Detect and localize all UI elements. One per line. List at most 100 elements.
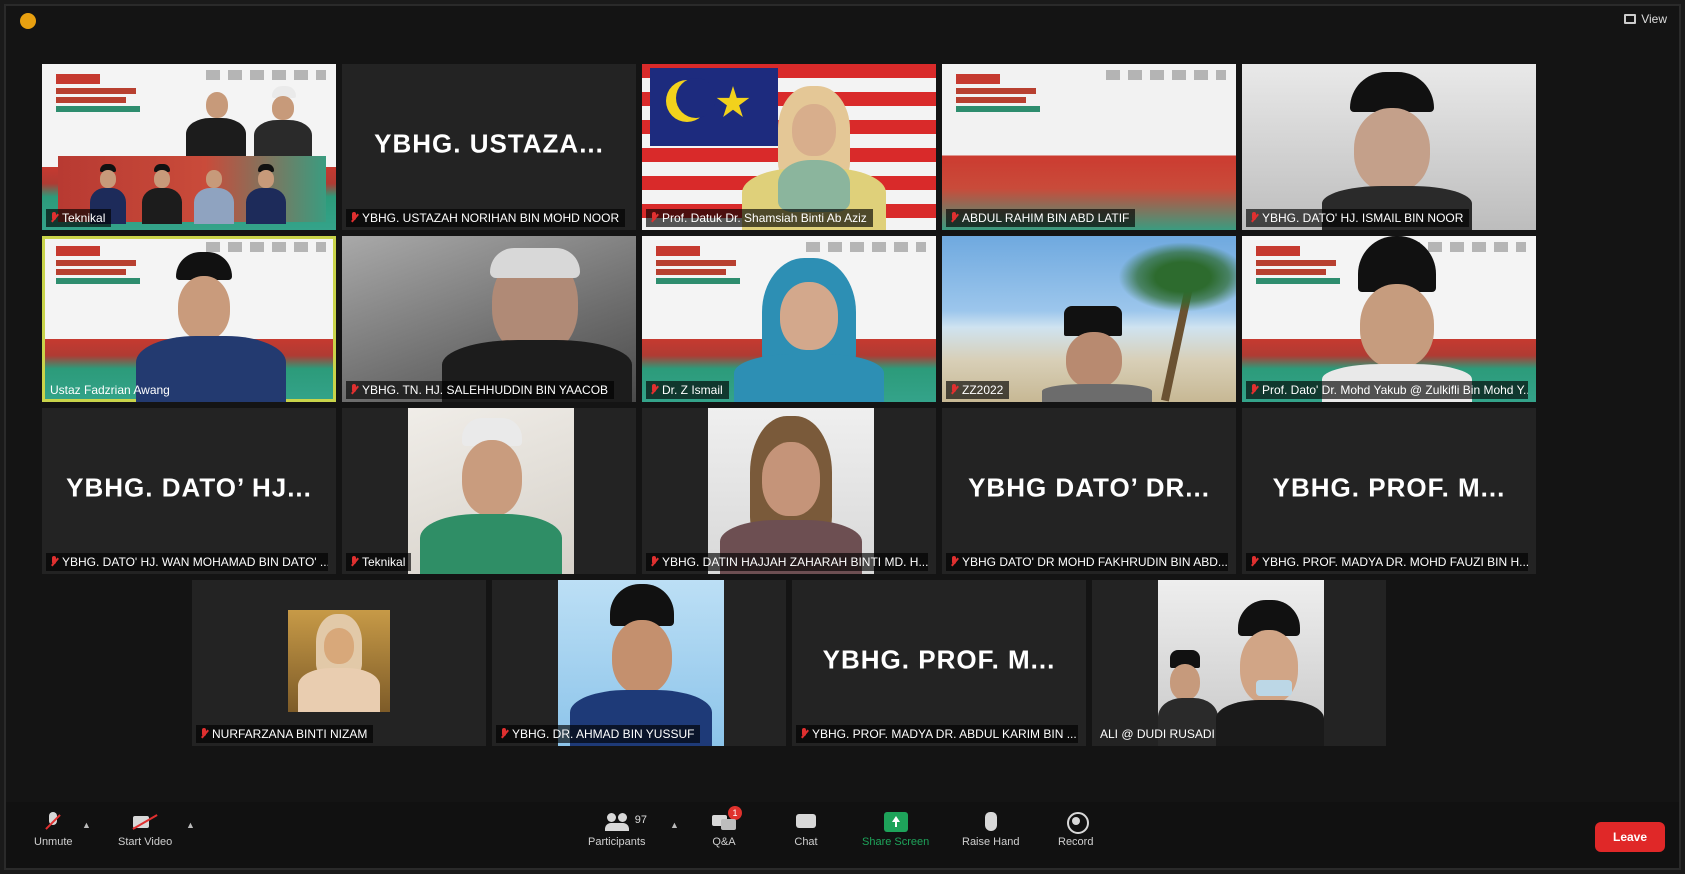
participants-options-chevron-icon[interactable]: ▲ [670,820,679,830]
participant-name: YBHG. DATO' HJ. ISMAIL BIN NOOR [1246,209,1470,227]
participant-video [1322,72,1472,230]
participant-display-name: YBHG. DATO’ HJ... [66,472,312,503]
participant-tile[interactable]: YBHG. PROF. M... YBHG. PROF. MADYA DR. M… [1242,408,1536,574]
participant-display-name: YBHG DATO’ DR... [968,472,1210,503]
mic-muted-icon [350,556,358,568]
participant-video [180,86,330,158]
qa-label: Q&A [712,836,736,848]
participant-tile[interactable]: Prof. Datuk Dr. Shamsiah Binti Ab Aziz [642,64,936,230]
meeting-toolbar: Unmute ▲ Start Video ▲ 97 Participants ▲… [6,802,1679,868]
participant-tile[interactable]: YBHG. DATIN HAJJAH ZAHARAH BINTI MD. H..… [642,408,936,574]
raise-hand-icon [979,812,1003,832]
share-screen-label: Share Screen [862,836,930,848]
record-label: Record [1058,836,1094,848]
participant-tile[interactable]: ABDUL RAHIM BIN ABD LATIF [942,64,1236,230]
participant-tile[interactable]: YBHG. DATO’ HJ... YBHG. DATO' HJ. WAN MO… [42,408,336,574]
participants-count: 97 [634,814,647,826]
sponsor-logos [1106,70,1226,80]
participant-tile[interactable]: YBHG. USTAZA... YBHG. USTAZAH NORIHAN BI… [342,64,636,230]
participant-name: YBHG. PROF. MADYA DR. MOHD FAUZI BIN H..… [1246,553,1529,571]
participant-tile[interactable]: Dr. Z Ismail [642,236,936,402]
congress-logo [956,74,1046,132]
participant-video [1158,580,1324,746]
view-button[interactable]: View [1624,12,1667,26]
participants-label: Participants [588,836,646,848]
participant-display-name: YBHG. USTAZA... [374,128,604,159]
start-video-button[interactable]: Start Video [118,812,172,848]
top-bar: View [6,6,1679,36]
mic-muted-icon [350,384,358,396]
sponsor-logos [806,242,926,252]
mic-muted-icon [200,728,208,740]
participant-name: YBHG. DATIN HAJJAH ZAHARAH BINTI MD. H..… [646,553,929,571]
start-video-label: Start Video [118,836,173,848]
video-options-chevron-icon[interactable]: ▲ [186,820,195,830]
qa-notification-badge: 1 [728,806,742,820]
participant-name: ZZ2022 [946,381,1010,399]
congress-logo [56,246,146,304]
chat-bubble-icon [794,812,818,832]
leave-button[interactable]: Leave [1595,822,1665,852]
unmute-label: Unmute [34,836,73,848]
participant-tile[interactable]: YBHG. DR. AHMAD BIN YUSSUF [492,580,786,746]
participant-name: Teknikal [346,553,412,571]
mic-muted-icon [950,556,958,568]
qa-icon: 1 [712,806,742,832]
raise-hand-button[interactable]: Raise Hand [962,812,1019,848]
raise-hand-label: Raise Hand [962,836,1020,848]
audio-options-chevron-icon[interactable]: ▲ [82,820,91,830]
mic-muted-icon [950,384,958,396]
participant-name: Dr. Z Ismail [646,381,729,399]
participant-name: YBHG. TN. HJ. SALEHHUDDIN BIN YAACOB [346,381,615,399]
record-icon [1064,812,1089,834]
mic-muted-icon [500,728,508,740]
participant-tile[interactable]: Prof. Dato' Dr. Mohd Yakub @ Zulkifli Bi… [1242,236,1536,402]
sponsor-logos [206,242,326,252]
participant-tile[interactable]: Teknikal [342,408,636,574]
mic-muted-icon [650,384,658,396]
participant-tile[interactable]: ZZ2022 [942,236,1236,402]
participant-tile[interactable]: Teknikal [42,64,336,230]
share-screen-icon [883,812,908,832]
participants-icon: 97 [604,812,647,832]
view-label: View [1641,12,1667,26]
participant-name: Prof. Datuk Dr. Shamsiah Binti Ab Aziz [646,209,873,227]
participant-tile[interactable]: YBHG. DATO' HJ. ISMAIL BIN NOOR [1242,64,1536,230]
participant-tile-active-speaker[interactable]: Ustaz Fadzrian Awang [42,236,336,402]
participant-name: ALI @ DUDI RUSADI [1100,727,1215,741]
qa-button[interactable]: 1 Q&A [712,806,742,848]
participant-video [288,610,390,712]
video-off-icon [133,812,157,832]
participant-video [708,408,874,574]
participant-tile[interactable]: YBHG. PROF. M... YBHG. PROF. MADYA DR. A… [792,580,1086,746]
zoom-meeting-window: View Teknikal YBHG. USTAZA... YBHG. USTA… [4,4,1681,870]
participant-video [728,258,888,402]
participant-tile[interactable]: ALI @ DUDI RUSADI [1092,580,1386,746]
microphone-muted-icon [41,812,65,832]
participant-name: YBHG. PROF. MADYA DR. ABDUL KARIM BIN ..… [796,725,1079,743]
participant-video [90,164,290,224]
participant-video [1322,236,1472,402]
security-shield-icon[interactable] [20,13,36,29]
participant-video [558,580,724,746]
mic-muted-icon [800,728,808,740]
unmute-button[interactable]: Unmute [34,812,73,848]
chat-button[interactable]: Chat [794,812,818,848]
participant-name: YBHG. USTAZAH NORIHAN BIN MOHD NOOR [346,209,626,227]
participant-video [136,252,286,402]
share-screen-button[interactable]: Share Screen [862,812,929,848]
participant-name: YBHG DATO' DR MOHD FAKHRUDIN BIN ABD... [946,553,1229,571]
participant-tile[interactable]: YBHG. TN. HJ. SALEHHUDDIN BIN YAACOB [342,236,636,402]
participant-tile[interactable]: NURFARZANA BINTI NIZAM [192,580,486,746]
participant-tile[interactable]: YBHG DATO’ DR... YBHG DATO' DR MOHD FAKH… [942,408,1236,574]
mic-muted-icon [1250,384,1258,396]
participant-name: Teknikal [46,209,112,227]
mic-muted-icon [1250,212,1258,224]
mic-muted-icon [650,212,658,224]
record-button[interactable]: Record [1058,812,1093,848]
participant-display-name: YBHG. PROF. M... [1272,472,1506,503]
participant-name: Prof. Dato' Dr. Mohd Yakub @ Zulkifli Bi… [1246,381,1529,399]
participants-button[interactable]: 97 Participants [588,812,647,848]
participant-video [408,408,574,574]
mic-muted-icon [50,212,58,224]
